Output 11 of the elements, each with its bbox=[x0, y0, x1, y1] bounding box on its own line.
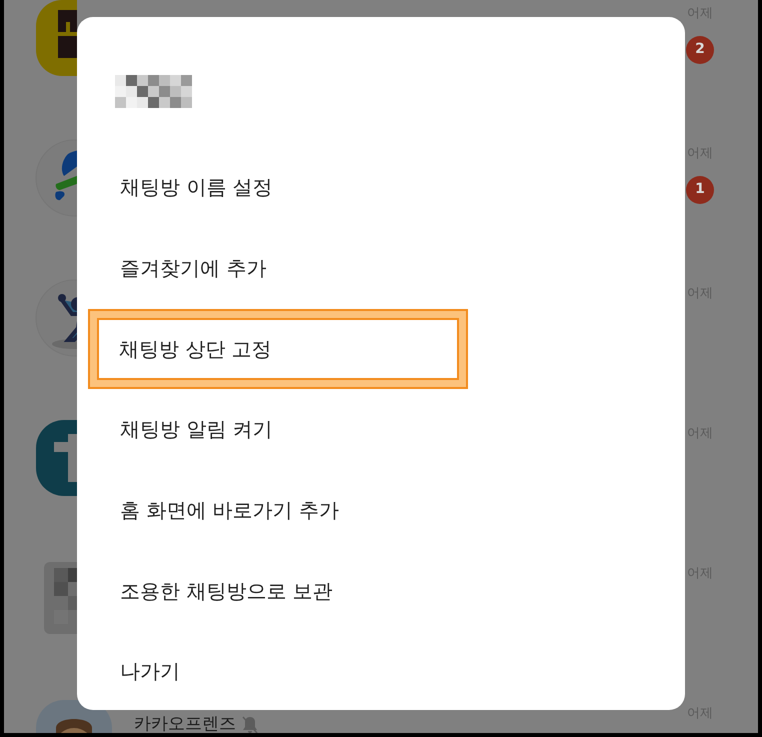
menu-item[interactable]: 조용한 채팅방으로 보관 bbox=[120, 576, 333, 606]
menu-item[interactable]: 나가기 bbox=[120, 656, 180, 686]
menu-item[interactable]: 채팅방 알림 켜기 bbox=[120, 414, 273, 444]
app-icon bbox=[34, 418, 77, 498]
menu-item[interactable]: 즐겨찾기에 추가 bbox=[120, 253, 266, 284]
unread-count: 2 bbox=[686, 36, 714, 64]
chat-title: 카카오프렌즈 bbox=[134, 713, 236, 733]
unread-count: 1 bbox=[686, 176, 714, 204]
app-icon bbox=[34, 0, 77, 78]
menu-item[interactable]: 홈 화면에 바로가기 추가 bbox=[120, 495, 340, 526]
menu-item[interactable]: 채팅방 이름 설정 bbox=[120, 172, 273, 202]
